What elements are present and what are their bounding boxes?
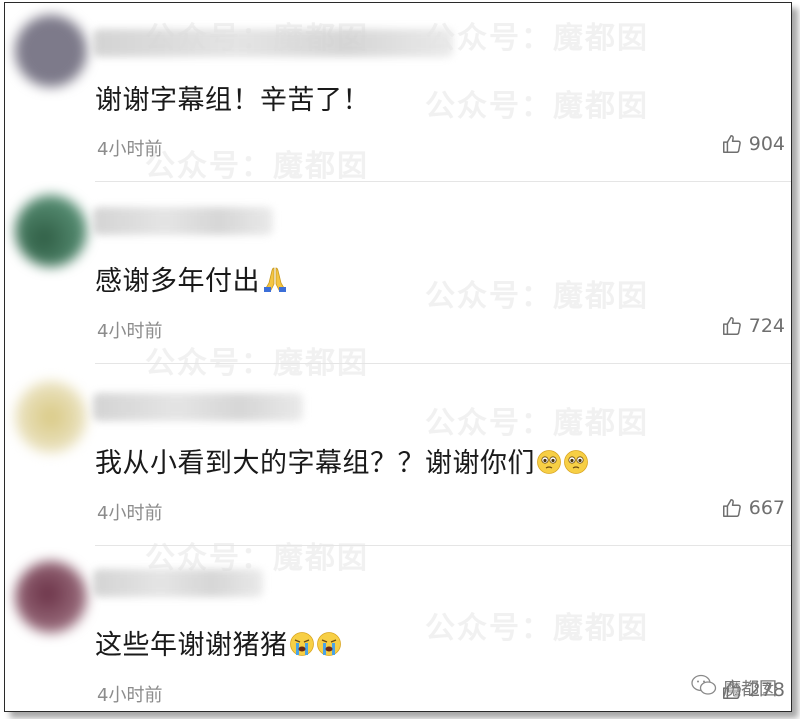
avatar[interactable] — [15, 561, 87, 633]
comment-time: 4小时前 — [97, 685, 163, 706]
comment-text: 感谢多年付出 — [95, 259, 289, 300]
comment-item: 谢谢字幕组！辛苦了！ 4小时前 904 — [5, 3, 791, 183]
username-blurred[interactable] — [93, 29, 453, 57]
divider — [95, 181, 791, 182]
wechat-icon — [691, 674, 717, 701]
avatar[interactable] — [15, 15, 87, 87]
avatar[interactable] — [15, 195, 87, 267]
comment-time: 4小时前 — [97, 139, 163, 160]
brand-label: 魔都囡 — [723, 678, 777, 700]
thumbs-up-icon — [721, 133, 743, 155]
divider — [95, 363, 791, 364]
comment-text: 我从小看到大的字幕组？？谢谢你们 — [95, 441, 589, 482]
comment-item: 这些年谢谢猪猪 4小时前 278 — [5, 549, 791, 711]
pleading-emoji — [536, 449, 562, 482]
like-button[interactable]: 904 — [721, 133, 785, 155]
comment-time: 4小时前 — [97, 321, 163, 342]
comment-item: 感谢多年付出 4小时前 724 — [5, 185, 791, 365]
avatar[interactable] — [15, 381, 87, 453]
like-count: 724 — [748, 315, 785, 337]
like-count: 667 — [748, 497, 785, 519]
like-button[interactable]: 667 — [721, 497, 785, 519]
username-blurred[interactable] — [93, 207, 273, 235]
comment-list: 公众号：魔都囡 公众号：魔都囡 公众号：魔都囡 公众号：魔都囡 公众号：魔都囡 … — [4, 2, 792, 712]
crying-emoji — [289, 631, 315, 664]
username-blurred[interactable] — [93, 393, 303, 421]
like-button[interactable]: 724 — [721, 315, 785, 337]
comment-text: 这些年谢谢猪猪 — [95, 623, 342, 664]
thumbs-up-icon — [721, 315, 743, 337]
username-blurred[interactable] — [93, 569, 263, 597]
crying-emoji — [316, 631, 342, 664]
pray-emoji — [261, 265, 289, 300]
comment-time: 4小时前 — [97, 503, 163, 524]
comment-text: 谢谢字幕组！辛苦了！ — [95, 85, 370, 116]
thumbs-up-icon — [721, 497, 743, 519]
like-count: 904 — [748, 133, 785, 155]
comment-item: 我从小看到大的字幕组？？谢谢你们 4小时前 667 — [5, 367, 791, 547]
divider — [95, 545, 791, 546]
brand-watermark: 魔都囡 — [691, 674, 777, 701]
pleading-emoji — [563, 449, 589, 482]
